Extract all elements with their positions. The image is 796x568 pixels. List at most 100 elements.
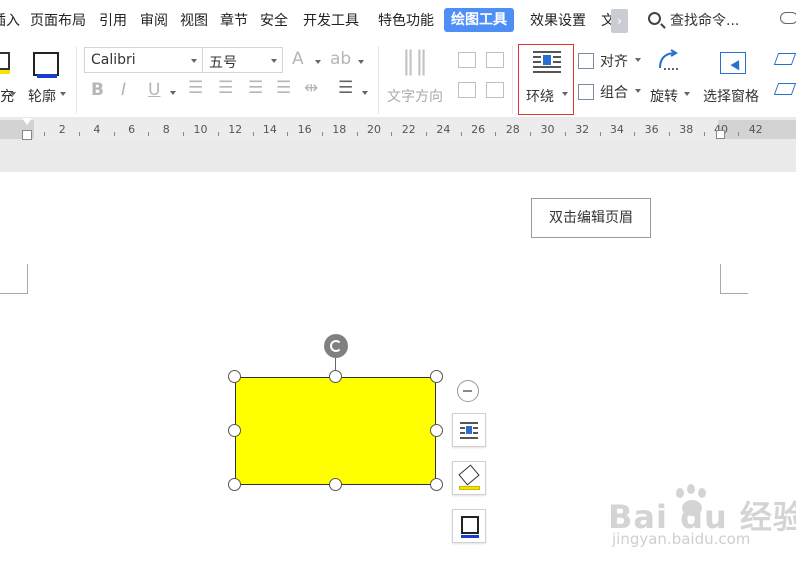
quick-fill-button[interactable] — [452, 461, 486, 495]
chevron-down-icon — [271, 59, 277, 63]
menu-section[interactable]: 章节 — [220, 10, 248, 30]
ruler-number: 20 — [367, 123, 381, 136]
header-edit-hint[interactable]: 双击编辑页眉 — [531, 198, 651, 238]
right-indent-marker[interactable] — [716, 130, 725, 139]
menu-view[interactable]: 视图 — [180, 10, 208, 30]
resize-handle-top-left[interactable] — [228, 370, 241, 383]
text-box-top-icon[interactable] — [458, 52, 476, 68]
selection-pane-label: 选择窗格 — [703, 89, 759, 105]
outline-color-bar — [461, 535, 479, 538]
menu-special-features[interactable]: 特色功能 — [378, 10, 434, 30]
menu-more-button[interactable]: › — [611, 9, 628, 33]
selection-pane-icon — [720, 52, 746, 74]
menu-page-layout[interactable]: 页面布局 — [30, 10, 86, 30]
horizontal-ruler[interactable]: 24681012141618202224262830323436384042 — [0, 120, 796, 139]
justify-icon[interactable]: ☰ — [276, 78, 291, 98]
resize-handle-right[interactable] — [430, 424, 443, 437]
text-box-right-icon[interactable] — [486, 52, 504, 68]
chevron-down-icon — [635, 89, 641, 93]
align-right-icon[interactable]: ☰ — [248, 78, 263, 98]
wrap-text-button[interactable]: 环绕 — [518, 44, 574, 115]
chevron-down-icon — [191, 59, 197, 63]
first-line-indent-handle[interactable] — [22, 118, 32, 125]
fill-label: 填充 — [0, 89, 14, 105]
ruler-number: 16 — [297, 123, 312, 136]
rectangle-shape[interactable] — [235, 377, 436, 485]
outline-label: 轮廓 — [28, 89, 56, 105]
left-margin-corner — [0, 264, 28, 294]
clear-format-icon[interactable]: ab — [330, 49, 351, 69]
menu-insert[interactable]: 插入 — [0, 10, 20, 30]
ribbon-toolbar: 填充 轮廓 Calibri 五号 A ab B I U ☰ ☰ ☰ ☰ ⇹ ☰ … — [0, 40, 796, 120]
text-box-bottom-icon[interactable] — [486, 82, 504, 98]
ruler-tick — [668, 132, 670, 136]
menu-review[interactable]: 审阅 — [140, 10, 168, 30]
left-indent-marker[interactable] — [22, 118, 32, 142]
divider — [378, 46, 379, 114]
hanging-indent-handle[interactable] — [22, 130, 32, 140]
font-size-select[interactable]: 五号 — [203, 47, 283, 73]
font-size-value: 五号 — [209, 55, 237, 71]
fill-icon — [0, 52, 10, 74]
font-name-select[interactable]: Calibri — [84, 47, 203, 73]
font-color-icon[interactable]: A — [292, 49, 304, 69]
line-spacing-icon[interactable]: ☰ — [338, 78, 353, 98]
ruler-number: 4 — [93, 123, 101, 136]
ruler-tick — [287, 132, 289, 136]
divider — [512, 46, 513, 114]
search-label: 查找命令... — [670, 13, 740, 29]
ruler-tick — [321, 132, 323, 136]
ruler-tick — [703, 132, 705, 136]
menu-security[interactable]: 安全 — [260, 10, 288, 30]
distribute-icon[interactable]: ⇹ — [304, 78, 318, 98]
ruler-number: 42 — [748, 123, 763, 136]
ruler-number: 30 — [540, 123, 555, 136]
ruler-tick — [634, 132, 636, 136]
bold-button[interactable]: B — [91, 80, 104, 100]
ruler-tick — [252, 132, 254, 136]
align-center-icon[interactable]: ☰ — [218, 78, 233, 98]
ruler-area: 24681012141618202224262830323436384042 — [0, 117, 796, 172]
watermark-url: jingyan.baidu.com — [612, 530, 751, 548]
underline-button[interactable]: U — [148, 80, 160, 100]
ruler-number: 28 — [505, 123, 520, 136]
menu-bar: 插入 页面布局 引用 审阅 视图 章节 安全 开发工具 特色功能 绘图工具 效果… — [0, 0, 796, 40]
ruler-number: 8 — [162, 123, 170, 136]
menu-references[interactable]: 引用 — [99, 10, 127, 30]
rotate-handle-icon[interactable] — [324, 334, 348, 358]
outline-icon — [461, 516, 479, 534]
menu-drawing-tools[interactable]: 绘图工具 — [444, 8, 514, 32]
ruler-number: 24 — [436, 123, 451, 136]
align-label: 对齐 — [600, 54, 628, 70]
group-label: 组合 — [600, 85, 628, 101]
bring-forward-icon[interactable] — [773, 53, 796, 65]
menu-effects[interactable]: 效果设置 — [530, 10, 586, 30]
document-page[interactable]: 双击编辑页眉 Bai du 经验 jingyan.baidu.com — [0, 172, 796, 568]
align-left-icon[interactable]: ☰ — [188, 78, 203, 98]
ruler-tick — [426, 132, 428, 136]
ruler-number: 2 — [58, 123, 66, 136]
ruler-tick — [391, 132, 393, 136]
quick-outline-button[interactable] — [452, 509, 486, 543]
chevron-down-icon — [635, 58, 641, 62]
font-name-value: Calibri — [91, 52, 136, 68]
menu-developer[interactable]: 开发工具 — [303, 10, 359, 30]
collapse-quick-toolbar-icon[interactable] — [457, 380, 479, 402]
resize-handle-top[interactable] — [329, 370, 342, 383]
ruler-tick — [530, 132, 532, 136]
chevron-down-icon — [562, 92, 568, 96]
italic-button[interactable]: I — [121, 80, 126, 100]
rotate-label: 旋转 — [650, 89, 678, 105]
resize-handle-bottom-left[interactable] — [228, 478, 241, 491]
send-backward-icon[interactable] — [773, 83, 796, 95]
cloud-icon[interactable] — [780, 12, 796, 24]
menu-text-truncated[interactable]: 文 — [601, 10, 611, 30]
resize-handle-bottom-right[interactable] — [430, 478, 443, 491]
resize-handle-top-right[interactable] — [430, 370, 443, 383]
quick-wrap-button[interactable] — [452, 413, 486, 447]
resize-handle-left[interactable] — [228, 424, 241, 437]
ruler-tick — [495, 132, 497, 136]
resize-handle-bottom[interactable] — [329, 478, 342, 491]
text-box-left-icon[interactable] — [458, 82, 476, 98]
ruler-number: 26 — [471, 123, 486, 136]
